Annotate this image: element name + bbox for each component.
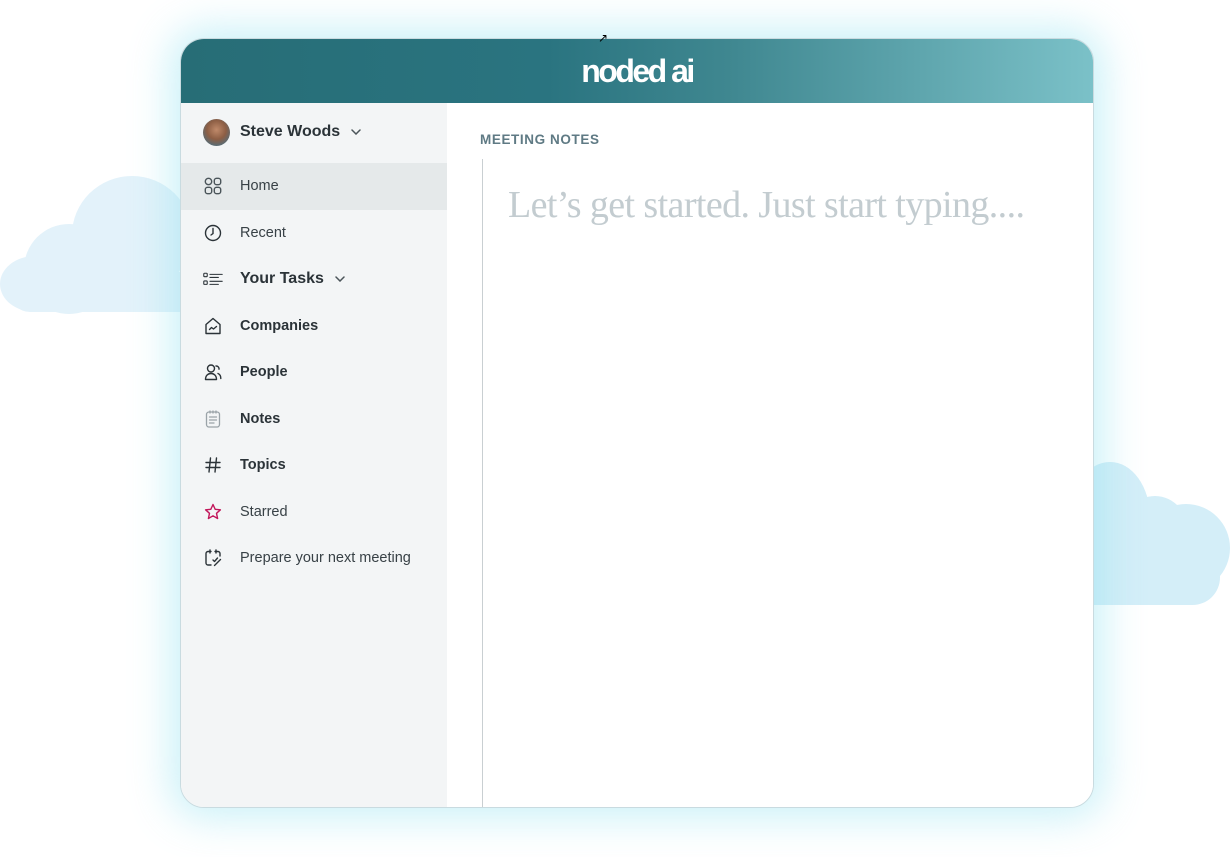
chevron-down-icon[interactable] xyxy=(334,273,346,285)
people-icon xyxy=(203,362,223,382)
cloud-decoration-left xyxy=(0,176,200,316)
note-editor[interactable]: Let’s get started. Just start typing.... xyxy=(508,183,1025,227)
sidebar-item-label: Prepare your next meeting xyxy=(240,550,411,567)
hash-icon xyxy=(203,455,223,475)
sidebar-item-your-tasks[interactable]: Your Tasks xyxy=(181,256,447,303)
sidebar-item-notes[interactable]: Notes xyxy=(181,396,447,443)
section-title: MEETING NOTES xyxy=(480,132,600,147)
sidebar-item-prepare-meeting[interactable]: Prepare your next meeting xyxy=(181,535,447,582)
sidebar-item-label: People xyxy=(240,364,288,381)
task-list-icon xyxy=(203,269,223,289)
sidebar-item-label: Notes xyxy=(240,410,281,427)
user-name: Steve Woods xyxy=(240,123,341,140)
building-icon xyxy=(203,316,223,336)
sidebar: Steve Woods Home Recent Your Tasks Compa… xyxy=(181,103,447,807)
sidebar-item-home[interactable]: Home xyxy=(181,163,447,210)
editor-divider xyxy=(482,159,483,807)
sidebar-item-label: Recent xyxy=(240,224,286,241)
app-logo[interactable]: noded ai xyxy=(581,53,695,90)
main-content: MEETING NOTES Let’s get started. Just st… xyxy=(447,103,1093,807)
sidebar-item-people[interactable]: People xyxy=(181,349,447,396)
page: noded ai Steve Woods Home Recent Your Ta… xyxy=(0,0,1230,857)
sidebar-item-companies[interactable]: Companies xyxy=(181,303,447,350)
user-menu[interactable]: Steve Woods xyxy=(181,117,447,147)
clock-icon xyxy=(203,223,223,243)
sidebar-item-label: Home xyxy=(240,178,279,195)
notes-icon xyxy=(203,409,223,429)
app-window: noded ai Steve Woods Home Recent Your Ta… xyxy=(180,38,1094,808)
sidebar-item-starred[interactable]: Starred xyxy=(181,489,447,536)
mouse-cursor-icon: ↗ xyxy=(597,31,609,45)
app-body: Steve Woods Home Recent Your Tasks Compa… xyxy=(181,103,1093,807)
star-icon xyxy=(203,502,223,522)
calendar-check-icon xyxy=(203,548,223,568)
sidebar-item-topics[interactable]: Topics xyxy=(181,442,447,489)
sidebar-item-label: Topics xyxy=(240,457,286,474)
sidebar-item-label: Your Tasks xyxy=(240,270,324,288)
sidebar-item-label: Starred xyxy=(240,503,288,520)
grid-icon xyxy=(203,176,223,196)
chevron-down-icon[interactable] xyxy=(350,126,362,138)
avatar xyxy=(203,118,230,146)
sidebar-item-recent[interactable]: Recent xyxy=(181,210,447,257)
sidebar-item-label: Companies xyxy=(240,317,319,334)
title-bar: noded ai xyxy=(181,39,1093,103)
